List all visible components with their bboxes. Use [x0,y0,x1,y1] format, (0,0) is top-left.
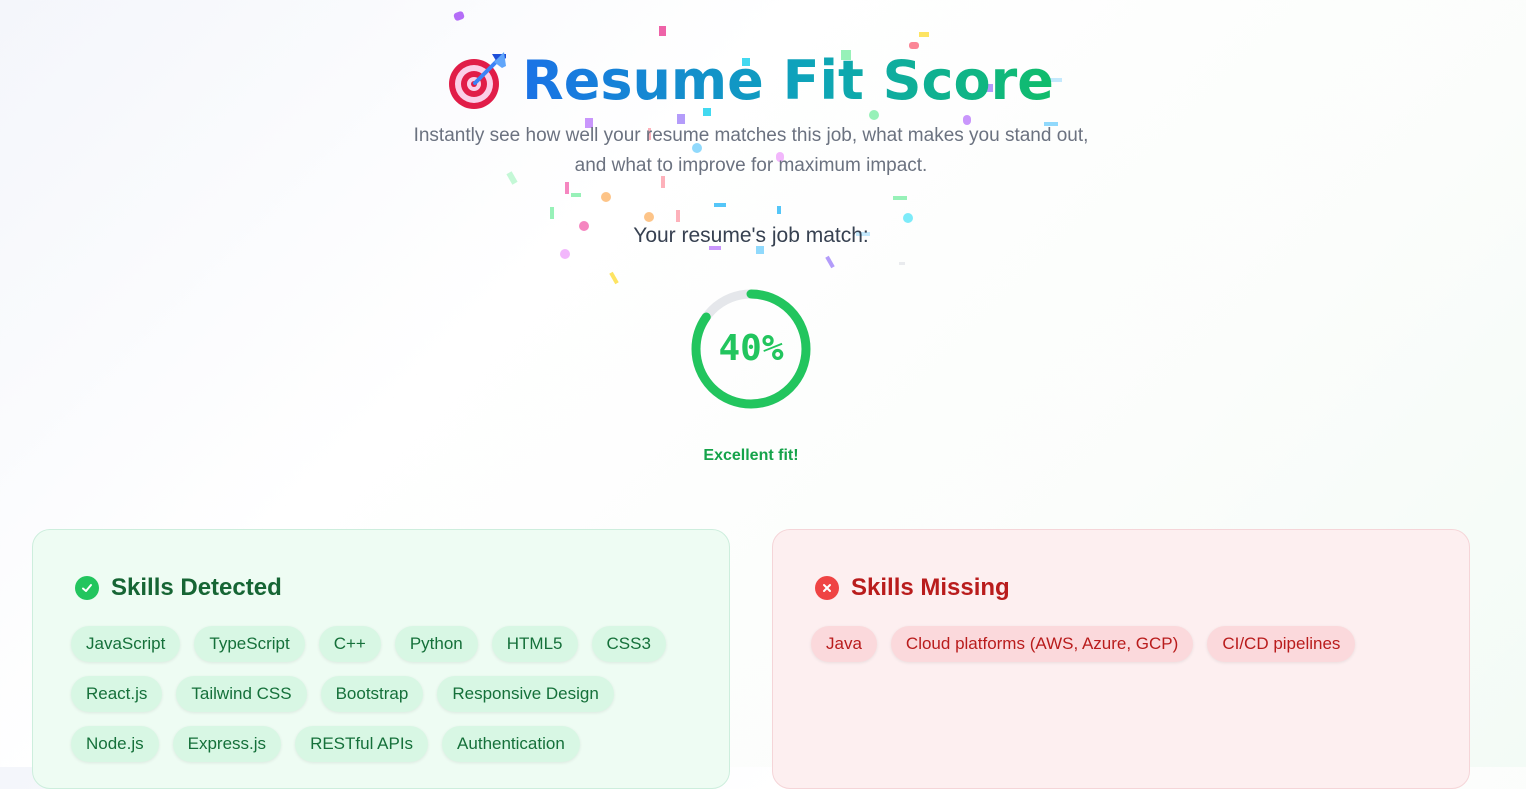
skill-detected-chip: HTML5 [491,626,578,662]
skills-detected-card: Skills Detected JavaScript TypeScript C++ P… [32,529,730,789]
skill-detected-chip: TypeScript [194,626,305,662]
skill-detected-chip: C++ [318,626,381,662]
check-circle-icon [75,576,99,600]
match-label: Your resume's job match: [633,224,869,247]
page-title: Resume Fit Score [522,48,1054,112]
fit-verdict: Excellent fit! [703,447,799,464]
title-row: Resume Fit Score [0,40,1502,120]
skills-missing-header: Skills Missing [815,574,1010,602]
score-percent: 40% [718,328,784,369]
skills-missing-title: Skills Missing [851,574,1010,601]
page-subtitle: Instantly see how well your resume match… [0,121,1502,181]
x-circle-icon [815,576,839,600]
skills-missing-list: Java Cloud platforms (AWS, Azure, GCP) CI/… [811,626,1451,662]
skill-detected-chip: Authentication [442,726,580,762]
skill-missing-chip: Cloud platforms (AWS, Azure, GCP) [890,626,1194,662]
subtitle-line-2: and what to improve for maximum impact. [574,155,928,176]
skill-detected-chip: CSS3 [591,626,666,662]
skill-detected-chip: React.js [71,676,163,712]
skill-detected-chip: Express.js [172,726,282,762]
skill-detected-chip: JavaScript [71,626,181,662]
subtitle-line-1: Instantly see how well your resume match… [413,125,1089,146]
score-ring: 40% [691,289,811,409]
skill-detected-chip: RESTful APIs [295,726,429,762]
target-dart-icon [448,50,508,110]
skill-detected-chip: Bootstrap [320,676,424,712]
skill-missing-chip: CI/CD pipelines [1207,626,1356,662]
page-header: Resume Fit Score [0,40,1502,120]
skill-detected-chip: Node.js [71,726,159,762]
skill-detected-chip: Tailwind CSS [176,676,307,712]
skills-detected-header: Skills Detected [75,574,282,602]
skills-detected-list: JavaScript TypeScript C++ Python HTML5 CSS3 Re… [71,626,711,762]
skill-missing-chip: Java [811,626,877,662]
skills-detected-title: Skills Detected [111,574,282,601]
skill-detected-chip: Python [394,626,478,662]
skills-missing-card: Skills Missing Java Cloud platforms (AWS,… [772,529,1470,789]
skill-detected-chip: Responsive Design [437,676,614,712]
